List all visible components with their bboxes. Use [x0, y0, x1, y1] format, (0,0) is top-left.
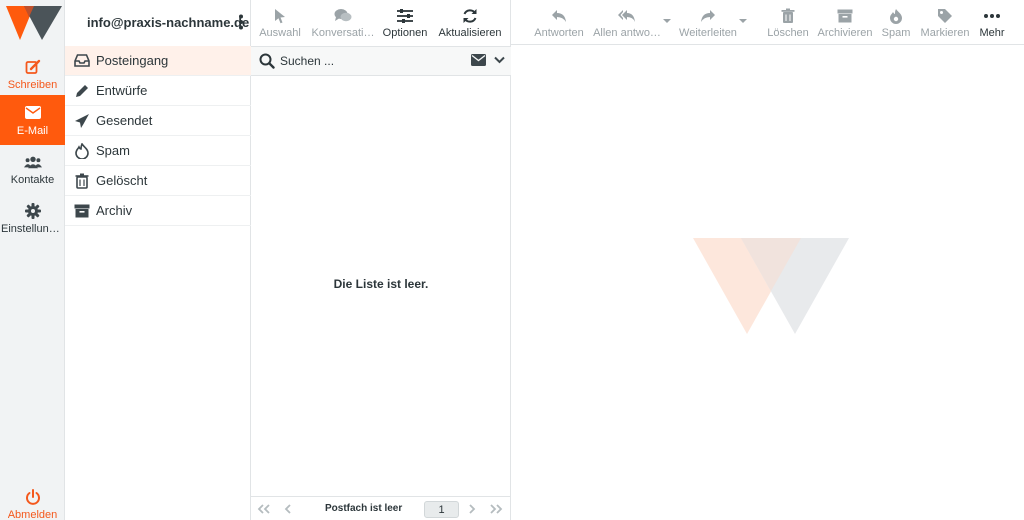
threads-button[interactable]: Konversati…	[309, 0, 377, 45]
reply-all-label: Allen antwo…	[593, 26, 661, 39]
compose-button[interactable]: Schreiben	[0, 50, 65, 99]
folder-label: Entwürfe	[96, 83, 148, 98]
account-header: info@praxis-nachname.de	[65, 0, 251, 45]
more-label: Mehr	[979, 26, 1005, 39]
prev-page-icon[interactable]	[281, 502, 295, 516]
reply-button[interactable]: Antworten	[531, 0, 587, 45]
tag-icon	[936, 7, 954, 25]
account-email: info@praxis-nachname.de	[87, 15, 250, 30]
delete-button[interactable]: Löschen	[766, 0, 810, 45]
archive-button[interactable]: Archivieren	[817, 0, 873, 45]
spam-button[interactable]: Spam	[879, 0, 913, 45]
power-icon	[24, 488, 42, 506]
delete-label: Löschen	[767, 26, 809, 39]
nav-rail: Schreiben E-Mail Kontakte Einstellungen	[0, 0, 65, 520]
reply-all-button[interactable]: Allen antwo…	[593, 0, 661, 45]
next-page-icon[interactable]	[465, 502, 479, 516]
folder-spam[interactable]: Spam	[65, 136, 251, 166]
logout-label: Abmelden	[7, 509, 58, 520]
pagination: Postfach ist leer 1	[251, 496, 511, 520]
logo-watermark-icon	[693, 238, 849, 334]
users-icon	[23, 153, 42, 171]
settings-label: Einstellungen	[1, 223, 64, 235]
threads-label: Konversati…	[311, 26, 375, 39]
folder-label: Gesendet	[96, 113, 153, 128]
fire-icon	[73, 142, 91, 159]
reply-all-icon	[618, 7, 636, 25]
options-button[interactable]: Optionen	[377, 0, 433, 45]
folder-sent[interactable]: Gesendet	[65, 106, 251, 136]
settings-nav-button[interactable]: Einstellungen	[0, 194, 65, 243]
search-options	[471, 54, 505, 66]
logout-button[interactable]: Abmelden	[0, 480, 65, 520]
pencil-icon	[73, 83, 91, 99]
list-toolbar: Auswahl Konversati… Optionen Aktualisier…	[251, 0, 511, 45]
paper-plane-icon	[73, 113, 91, 129]
spam-label: Spam	[881, 26, 911, 39]
folder-label: Gelöscht	[96, 173, 148, 188]
trash-icon	[73, 173, 91, 189]
select-button[interactable]: Auswahl	[251, 0, 309, 45]
search-input[interactable]: Suchen ...	[280, 54, 334, 68]
mail-nav-button[interactable]: E-Mail	[0, 95, 65, 145]
archive-icon	[73, 203, 91, 219]
envelope-filter-icon[interactable]	[471, 54, 486, 66]
compose-icon	[24, 58, 42, 76]
archive-icon	[836, 7, 854, 25]
page-number-input[interactable]: 1	[424, 501, 459, 518]
search-icon	[259, 53, 275, 69]
last-page-icon[interactable]	[489, 502, 503, 516]
inbox-icon	[73, 53, 91, 69]
refresh-button[interactable]: Aktualisieren	[433, 0, 507, 45]
first-page-icon[interactable]	[257, 502, 271, 516]
folder-panel: info@praxis-nachname.de Posteingang Entw…	[65, 0, 251, 520]
folder-label: Posteingang	[96, 53, 169, 68]
cursor-icon	[271, 7, 289, 25]
folder-label: Spam	[96, 143, 130, 158]
refresh-label: Aktualisieren	[438, 26, 502, 39]
comments-icon	[334, 7, 352, 25]
reply-icon	[550, 7, 568, 25]
folder-inbox[interactable]: Posteingang	[65, 46, 251, 76]
refresh-icon	[461, 7, 479, 25]
chevron-down-icon[interactable]	[494, 56, 505, 64]
forward-icon	[699, 7, 717, 25]
reply-label: Antworten	[534, 26, 584, 39]
account-menu-icon[interactable]	[238, 14, 244, 30]
reply-all-dropdown-icon[interactable]	[663, 17, 671, 25]
fire-icon	[887, 7, 905, 25]
sliders-icon	[396, 7, 414, 25]
preview-panel: Antworten Allen antwo… Weiterleiten Lösc…	[511, 0, 1024, 520]
mail-label: E-Mail	[16, 124, 49, 137]
trash-icon	[779, 7, 797, 25]
folder-drafts[interactable]: Entwürfe	[65, 76, 251, 106]
forward-label: Weiterleiten	[679, 26, 737, 39]
pager-status: Postfach ist leer	[325, 503, 403, 514]
folder-trash[interactable]: Gelöscht	[65, 166, 251, 196]
envelope-icon	[24, 104, 42, 122]
search-bar[interactable]: Suchen ...	[251, 46, 511, 76]
options-label: Optionen	[382, 26, 428, 39]
more-button[interactable]: Mehr	[977, 0, 1007, 45]
contacts-nav-button[interactable]: Kontakte	[0, 145, 65, 194]
app-logo[interactable]	[0, 0, 65, 45]
message-list-panel: Auswahl Konversati… Optionen Aktualisier…	[251, 0, 511, 520]
empty-list-message: Die Liste ist leer.	[333, 277, 429, 291]
forward-dropdown-icon[interactable]	[739, 17, 747, 25]
folder-archive[interactable]: Archiv	[65, 196, 251, 226]
webmail-app: Schreiben E-Mail Kontakte Einstellungen	[0, 0, 1024, 520]
compose-label: Schreiben	[7, 79, 58, 91]
mark-button[interactable]: Markieren	[919, 0, 971, 45]
forward-button[interactable]: Weiterleiten	[677, 0, 739, 45]
mark-label: Markieren	[920, 26, 970, 39]
message-toolbar: Antworten Allen antwo… Weiterleiten Lösc…	[511, 0, 1024, 45]
archive-label: Archivieren	[817, 26, 873, 39]
more-icon	[983, 7, 1001, 25]
gear-icon	[24, 202, 42, 220]
folder-label: Archiv	[96, 203, 133, 218]
logo-icon	[5, 5, 62, 40]
contacts-label: Kontakte	[10, 174, 55, 186]
select-label: Auswahl	[259, 26, 301, 39]
